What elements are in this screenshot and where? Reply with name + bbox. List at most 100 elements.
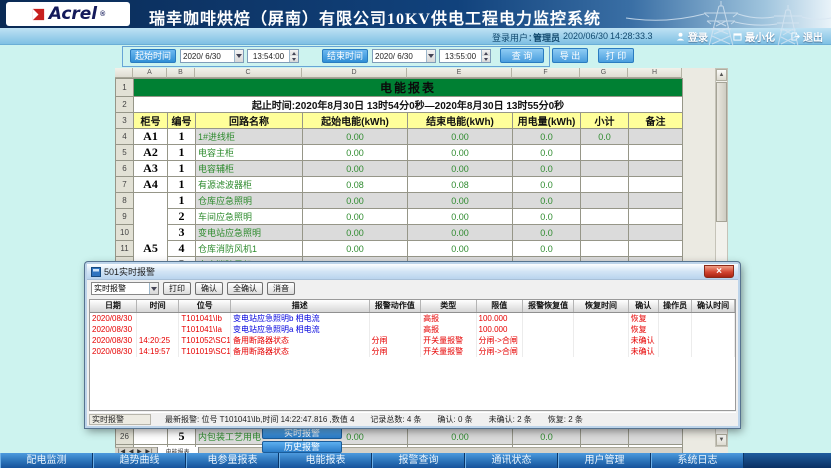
nav-user-management[interactable]: 用户管理 xyxy=(558,453,651,468)
table-row: 10 3 变电站应急照明 0.00 0.00 0.0 xyxy=(116,225,683,241)
header-cabinet: 柜号 xyxy=(134,113,168,129)
popup-status-bar: 实时报警 最新报警: 位号 T101041\Ib,时间 14:22:47.816… xyxy=(89,412,736,425)
query-button[interactable]: 查 询 xyxy=(500,48,544,63)
header-usage: 用电量(kWh) xyxy=(513,113,581,129)
status-mode: 实时报警 xyxy=(89,414,151,425)
alarm-table-container: 日期 时间 位号 描述 报警动作值 类型 限值 报警恢复值 恢复时间 确认 操作… xyxy=(89,299,736,411)
system-time: 14:28:33.3 xyxy=(610,31,653,41)
popup-ack-button[interactable]: 确认 xyxy=(195,282,223,295)
report-time-range-cell: 起止时间:2020年8月30日 13时54分0秒—2020年8月30日 13时5… xyxy=(134,97,683,113)
acrel-logo-icon xyxy=(31,7,46,22)
user-icon xyxy=(676,32,685,41)
end-time-spinner[interactable]: 13:55:00 xyxy=(439,49,491,63)
row-number: 2 xyxy=(116,97,134,113)
nav-system-log[interactable]: 系统日志 xyxy=(651,453,744,468)
alarm-row[interactable]: 2020/08/30 14:19:57 T101019\SC1 备用断路器状态 … xyxy=(90,346,735,357)
exit-button[interactable]: 退出 xyxy=(791,29,823,44)
end-time-spin-buttons[interactable] xyxy=(481,50,490,62)
column-letter-header: A B C D E F G H xyxy=(115,68,728,78)
table-row: 11 4 仓库消防风机1 0.00 0.00 0.0 xyxy=(116,241,683,257)
export-button[interactable]: 导 出 xyxy=(552,48,588,63)
acrel-logo: Acrel ® xyxy=(6,2,130,26)
end-date-dropdown-icon[interactable] xyxy=(426,50,435,62)
login-user-label: 登录用户： xyxy=(492,31,537,44)
title-bar: Acrel ® 瑞幸咖啡烘焙（屏南）有限公司10KV供电工程电力监控系统 xyxy=(0,0,831,28)
popup-ack-all-button[interactable]: 全确认 xyxy=(227,282,263,295)
header-circuit-name: 回路名称 xyxy=(196,113,303,129)
col-letter: E xyxy=(407,68,512,78)
minimize-button[interactable]: 最小化 xyxy=(733,29,775,44)
corner-cell xyxy=(115,68,133,78)
scada-screen: Acrel ® 瑞幸咖啡烘焙（屏南）有限公司10KV供电工程电力监控系统 登录用… xyxy=(0,0,831,468)
bottom-nav-bar: 配电监测 趋势曲线 电参量报表 电能报表 报警查询 通讯状态 用户管理 系统日志 xyxy=(0,453,831,468)
end-time-label-button[interactable]: 结束时间 xyxy=(322,49,368,63)
popup-close-button[interactable]: × xyxy=(704,265,734,278)
start-date-picker[interactable]: 2020/ 6/30 xyxy=(180,49,244,63)
popup-print-button[interactable]: 打印 xyxy=(163,282,191,295)
nav-energy-report[interactable]: 电能报表 xyxy=(279,453,372,468)
scroll-up-arrow[interactable]: ▲ xyxy=(716,69,727,81)
nav-comm-status[interactable]: 通讯状态 xyxy=(465,453,558,468)
popup-toolbar: 实时报警 打印 确认 全确认 消音 xyxy=(87,280,738,297)
minimize-icon xyxy=(733,32,742,41)
header-start-energy: 起始电能(kWh) xyxy=(303,113,408,129)
table-row: 4 A1 1 1#进线柜 0.00 0.00 0.0 0.0 xyxy=(116,129,683,145)
nav-trend-curve[interactable]: 趋势曲线 xyxy=(93,453,186,468)
row-number: 1 xyxy=(116,79,134,97)
start-time-label-button[interactable]: 起始时间 xyxy=(130,49,176,63)
table-row: 7 A4 1 有源滤波器柜 0.08 0.08 0.0 xyxy=(116,177,683,193)
alarm-table-header: 日期 时间 位号 描述 报警动作值 类型 限值 报警恢复值 恢复时间 确认 操作… xyxy=(90,300,735,312)
logo-text: Acrel xyxy=(49,4,97,24)
history-alarm-button[interactable]: 历史报警 xyxy=(262,441,342,453)
popup-mute-button[interactable]: 消音 xyxy=(267,282,295,295)
end-date-picker[interactable]: 2020/ 6/30 xyxy=(372,49,436,63)
col-letter: B xyxy=(167,68,195,78)
alarm-row[interactable]: 2020/08/30 T101041\Ia 变电站应急照明a 相电流 高报 10… xyxy=(90,324,735,335)
table-row: 8 A5 1 仓库应急照明 0.00 0.00 0.0 xyxy=(116,193,683,209)
table-row: 9 2 车间应急照明 0.00 0.00 0.0 xyxy=(116,209,683,225)
col-letter: A xyxy=(133,68,167,78)
alarm-mode-dropdown[interactable]: 实时报警 xyxy=(91,282,159,295)
page-title: 瑞幸咖啡烘焙（屏南）有限公司10KV供电工程电力监控系统 xyxy=(140,5,610,29)
alarm-row[interactable]: 2020/08/30 14:20:25 T101052\SC1 备用断路器状态 … xyxy=(90,335,735,346)
start-time-spinner[interactable]: 13:54:00 xyxy=(247,49,299,63)
row-number: 3 xyxy=(116,113,134,129)
col-letter: F xyxy=(512,68,580,78)
start-date-dropdown-icon[interactable] xyxy=(234,50,243,62)
col-letter: D xyxy=(302,68,407,78)
dropdown-arrow-icon[interactable] xyxy=(149,283,158,294)
exit-icon xyxy=(791,32,800,41)
popup-title-bar[interactable]: 501实时报警 × xyxy=(87,264,738,280)
col-letter: G xyxy=(580,68,628,78)
print-button[interactable]: 打 印 xyxy=(598,48,634,63)
col-letter: H xyxy=(628,68,682,78)
table-row: 26 5 内包装工艺用电 0.00 0.00 0.0 xyxy=(116,429,683,445)
scrollbar-thumb[interactable] xyxy=(716,82,727,222)
login-button[interactable]: 登录 xyxy=(676,29,708,44)
realtime-alarm-window: 501实时报警 × 实时报警 打印 确认 全确认 消音 日期 时 xyxy=(85,262,740,428)
table-row: 5 A2 1 电容主柜 0.00 0.00 0.0 xyxy=(116,145,683,161)
status-unack-count: 未确认: 2 条 xyxy=(489,414,532,425)
alarm-row[interactable]: 2020/08/30 T101041\Ib 变电站应急照明b 相电流 高报 10… xyxy=(90,312,735,324)
scroll-down-arrow[interactable]: ▼ xyxy=(716,434,727,446)
alarm-table: 日期 时间 位号 描述 报警动作值 类型 限值 报警恢复值 恢复时间 确认 操作… xyxy=(90,300,735,357)
header-end-energy: 结束电能(kWh) xyxy=(408,113,513,129)
login-user-name: 管理员 xyxy=(533,31,560,44)
nav-distribution-monitor[interactable]: 配电监测 xyxy=(0,453,93,468)
table-row: 6 A3 1 电容辅柜 0.00 0.00 0.0 xyxy=(116,161,683,177)
system-date: 2020/06/30 xyxy=(563,31,608,41)
start-time-spin-buttons[interactable] xyxy=(289,50,298,62)
header-note: 备注 xyxy=(629,113,683,129)
nav-parameter-report[interactable]: 电参量报表 xyxy=(186,453,279,468)
status-latest-alarm: 最新报警: 位号 T101041\Ib,时间 14:22:47.816 ,数值 … xyxy=(165,414,354,425)
window-icon xyxy=(91,267,101,277)
report-title-cell: 电能报表 xyxy=(134,79,683,97)
popup-title: 501实时报警 xyxy=(104,265,155,278)
nav-alarm-query[interactable]: 报警查询 xyxy=(372,453,465,468)
col-letter: C xyxy=(195,68,302,78)
status-recover-count: 恢复: 2 条 xyxy=(548,414,583,425)
header-subtotal: 小计 xyxy=(581,113,629,129)
realtime-alarm-button[interactable]: 实时报警 xyxy=(262,427,342,439)
header-id: 编号 xyxy=(168,113,196,129)
status-ack-count: 确认: 0 条 xyxy=(438,414,473,425)
